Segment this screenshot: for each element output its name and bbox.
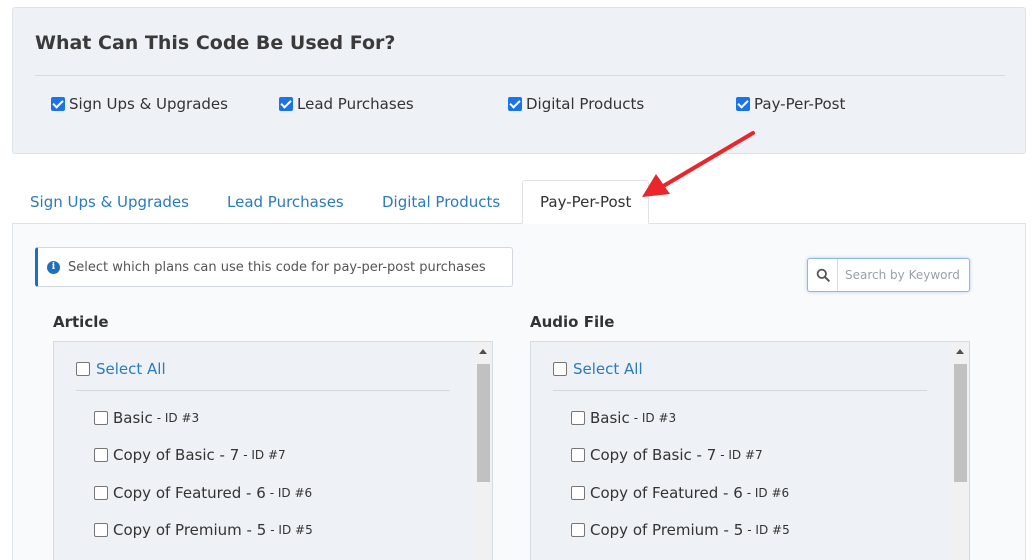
plan-id: - ID #5 [270, 523, 313, 537]
column-title-article: Article [53, 313, 109, 331]
plan-checkbox[interactable] [571, 448, 585, 462]
plan-id: - ID #3 [633, 411, 677, 425]
plan-name: Copy of Premium - 5 [590, 521, 744, 539]
list-item[interactable]: Basic - ID #3 [94, 409, 199, 427]
plan-name: Copy of Premium - 5 [113, 521, 267, 539]
checkbox-select-all[interactable] [553, 362, 567, 376]
list-item[interactable]: Basic - ID #3 [571, 409, 676, 427]
usage-option-label: Pay-Per-Post [754, 95, 846, 113]
checkbox-sign-ups[interactable] [51, 97, 65, 111]
divider [35, 75, 1005, 76]
plan-id: - ID #7 [720, 448, 763, 462]
usage-panel: What Can This Code Be Used For? [12, 7, 1026, 154]
scrollbar[interactable] [952, 342, 969, 560]
plan-checkbox[interactable] [94, 486, 108, 500]
checkbox-lead-purchases[interactable] [279, 97, 293, 111]
plan-id: - ID #6 [746, 486, 790, 500]
checkbox-select-all[interactable] [76, 362, 90, 376]
scrollbar[interactable] [475, 342, 492, 560]
usage-option-label: Lead Purchases [297, 95, 414, 113]
plan-checkbox[interactable] [571, 523, 585, 537]
tab-pay-per-post[interactable]: Pay-Per-Post [522, 180, 650, 224]
plan-checkbox[interactable] [94, 523, 108, 537]
divider [553, 390, 927, 391]
plan-name: Copy of Basic - 7 [590, 446, 717, 464]
list-item[interactable]: Copy of Featured - 6 - ID #6 [571, 484, 789, 502]
divider [76, 390, 450, 391]
plan-name: Copy of Featured - 6 [590, 484, 743, 502]
info-message: i Select which plans can use this code f… [35, 247, 513, 287]
plan-id: - ID #3 [156, 411, 200, 425]
usage-option-label: Digital Products [526, 95, 645, 113]
info-icon: i [47, 260, 60, 274]
column-title-audio-file: Audio File [530, 313, 615, 331]
scroll-thumb[interactable] [477, 364, 490, 482]
list-item[interactable]: Copy of Premium - 5 - ID #5 [571, 521, 790, 539]
plan-list-article[interactable]: Select All Basic - ID #3 Copy of Basic -… [53, 341, 493, 560]
plan-id: - ID #5 [747, 523, 790, 537]
scroll-thumb[interactable] [954, 364, 967, 482]
usage-option-sign-ups[interactable]: Sign Ups & Upgrades [51, 94, 228, 114]
list-item[interactable]: Copy of Basic - 7 - ID #7 [571, 446, 763, 464]
usage-title: What Can This Code Be Used For? [35, 32, 396, 54]
plan-name: Copy of Featured - 6 [113, 484, 266, 502]
plan-id: - ID #7 [243, 448, 286, 462]
list-item[interactable]: Copy of Basic - 7 - ID #7 [94, 446, 286, 464]
checkbox-digital-products[interactable] [508, 97, 522, 111]
search-input[interactable] [838, 268, 966, 282]
plan-name: Basic [113, 409, 153, 427]
plan-name: Basic [590, 409, 630, 427]
plan-id: - ID #6 [269, 486, 313, 500]
plan-checkbox[interactable] [571, 486, 585, 500]
plan-checkbox[interactable] [94, 448, 108, 462]
tab-digital-products[interactable]: Digital Products [382, 180, 500, 224]
scroll-up-arrow-icon[interactable] [956, 349, 964, 354]
search-icon[interactable] [808, 259, 838, 291]
select-all-label[interactable]: Select All [573, 360, 643, 378]
plan-name: Copy of Basic - 7 [113, 446, 240, 464]
search-box[interactable] [807, 258, 970, 292]
usage-option-lead-purchases[interactable]: Lead Purchases [279, 94, 414, 114]
checkbox-pay-per-post[interactable] [736, 97, 750, 111]
plan-checkbox[interactable] [571, 411, 585, 425]
usage-option-pay-per-post[interactable]: Pay-Per-Post [736, 94, 845, 114]
tab-lead-purchases[interactable]: Lead Purchases [227, 180, 344, 224]
info-text: Select which plans can use this code for… [68, 259, 486, 275]
usage-option-digital-products[interactable]: Digital Products [508, 94, 644, 114]
tab-sign-ups-upgrades[interactable]: Sign Ups & Upgrades [30, 180, 189, 224]
select-all-audio-file[interactable]: Select All [553, 360, 643, 378]
select-all-label[interactable]: Select All [96, 360, 166, 378]
plan-checkbox[interactable] [94, 411, 108, 425]
plan-list-audio-file[interactable]: Select All Basic - ID #3 Copy of Basic -… [530, 341, 970, 560]
select-all-article[interactable]: Select All [76, 360, 166, 378]
scroll-up-arrow-icon[interactable] [479, 349, 487, 354]
usage-option-label: Sign Ups & Upgrades [69, 95, 228, 113]
list-item[interactable]: Copy of Featured - 6 - ID #6 [94, 484, 312, 502]
list-item[interactable]: Copy of Premium - 5 - ID #5 [94, 521, 313, 539]
